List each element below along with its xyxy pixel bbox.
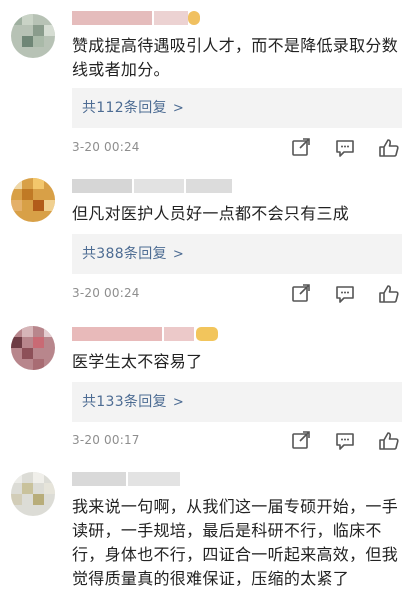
avatar[interactable] [11, 14, 55, 58]
replies-count: 共133条回复 [82, 394, 167, 410]
username-blurred[interactable] [72, 179, 232, 193]
username-blurred[interactable] [72, 472, 180, 486]
like-icon[interactable] [378, 284, 400, 304]
replies-box[interactable]: 共112条回复 > [72, 88, 402, 128]
avatar[interactable] [11, 178, 55, 222]
replies-count: 共388条回复 [82, 246, 167, 262]
replies-count: 共112条回复 [82, 100, 167, 116]
view-replies-link[interactable]: 共388条回复 > [82, 244, 184, 265]
comment-actions [290, 284, 400, 304]
replies-box[interactable]: 共388条回复 > [72, 234, 402, 274]
comment-text: 我来说一句啊，从我们这一届专硕开始，一手读研，一手规培，最后是科研不行，临床不行… [72, 497, 399, 588]
view-replies-link[interactable]: 共133条回复 > [82, 392, 184, 413]
comment-timestamp: 3-20 00:24 [72, 140, 140, 154]
avatar[interactable] [11, 472, 55, 516]
comment-item: 我来说一句啊，从我们这一届专硕开始，一手读研，一手规培，最后是科研不行，临床不行… [0, 458, 408, 606]
comment-item: 医学生太不容易了 共133条回复 > 3-20 00:17 [0, 314, 408, 458]
like-icon[interactable] [378, 138, 400, 158]
comment-item: 赞成提高待遇吸引人才，而不是降低录取分数线或者加分。 共112条回复 > 3-20… [0, 0, 408, 170]
comment-icon[interactable] [334, 284, 356, 304]
username-blurred[interactable] [72, 11, 200, 25]
chevron-right-icon: > [172, 395, 185, 410]
username-blurred[interactable] [72, 327, 218, 341]
comment-timestamp: 3-20 00:24 [72, 286, 140, 300]
comment-text: 赞成提高待遇吸引人才，而不是降低录取分数线或者加分。 [72, 36, 399, 79]
like-icon[interactable] [378, 431, 400, 451]
comment-icon[interactable] [334, 431, 356, 451]
share-icon[interactable] [290, 138, 312, 158]
avatar[interactable] [11, 326, 55, 370]
comment-actions [290, 431, 400, 451]
replies-box[interactable]: 共133条回复 > [72, 382, 402, 422]
comment-item: 但凡对医护人员好一点都不会只有三成 共388条回复 > 3-20 00:24 [0, 170, 408, 314]
share-icon[interactable] [290, 284, 312, 304]
comment-text: 医学生太不容易了 [72, 352, 203, 371]
chevron-right-icon: > [172, 247, 185, 262]
view-replies-link[interactable]: 共112条回复 > [82, 98, 184, 119]
comment-actions [290, 138, 400, 158]
chevron-right-icon: > [172, 101, 185, 116]
comment-text: 但凡对医护人员好一点都不会只有三成 [72, 204, 350, 223]
comment-icon[interactable] [334, 138, 356, 158]
comment-timestamp: 3-20 00:17 [72, 433, 140, 447]
share-icon[interactable] [290, 431, 312, 451]
